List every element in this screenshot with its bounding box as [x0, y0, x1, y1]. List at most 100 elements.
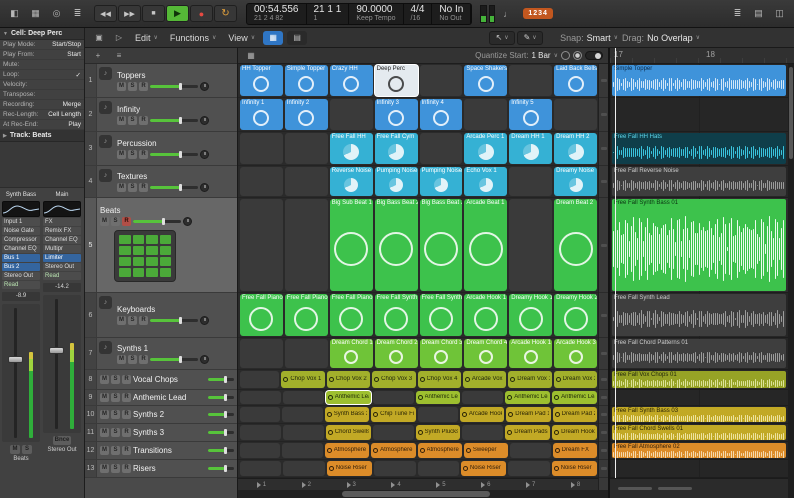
- eq-thumbnail[interactable]: [43, 201, 81, 217]
- empty-cell-slot[interactable]: [240, 407, 280, 422]
- track-header-5[interactable]: 5BeatsMSR: [85, 198, 237, 293]
- region[interactable]: Free Fall Chord Swells 01: [612, 425, 786, 440]
- empty-cell-slot[interactable]: [283, 425, 324, 440]
- loop-cell[interactable]: Free Fall Cym: [375, 133, 418, 164]
- vertical-scrollbar[interactable]: [788, 64, 794, 498]
- empty-cell-slot[interactable]: [240, 199, 283, 291]
- loop-cell[interactable]: Simple Topper: [285, 65, 328, 96]
- loop-cell[interactable]: Dream Chord 3: [420, 339, 463, 368]
- r-button[interactable]: R: [139, 116, 148, 125]
- note-pads-icon[interactable]: ▤: [749, 5, 768, 22]
- stop-button[interactable]: ■: [142, 5, 165, 22]
- input-slot[interactable]: FX: [43, 218, 81, 226]
- m-button[interactable]: M: [117, 316, 126, 325]
- empty-cell-slot[interactable]: [420, 65, 463, 96]
- solo-button[interactable]: S: [22, 445, 32, 454]
- track-header-11[interactable]: 11MSRSynths 3: [85, 424, 237, 442]
- m-button[interactable]: M: [100, 393, 109, 402]
- volume-slider[interactable]: [133, 220, 181, 223]
- loop-cell[interactable]: Pumping Noise: [375, 167, 418, 196]
- empty-cell-slot[interactable]: [509, 167, 552, 196]
- track-header-13[interactable]: 13MSRRisers: [85, 460, 237, 478]
- empty-cell-slot[interactable]: [240, 461, 281, 476]
- loop-cell[interactable]: Arcade Hook 1: [509, 339, 552, 368]
- functions-menu[interactable]: Functions∨: [166, 32, 220, 44]
- scene-trigger-2[interactable]: 2: [285, 479, 328, 490]
- loop-cell[interactable]: Dream FX: [553, 443, 597, 458]
- m-button[interactable]: M: [100, 428, 109, 437]
- s-button[interactable]: S: [111, 217, 120, 226]
- s-button[interactable]: S: [128, 116, 137, 125]
- region[interactable]: Simple Topper: [612, 65, 786, 96]
- s-button[interactable]: S: [128, 355, 137, 364]
- r-button[interactable]: R: [122, 428, 131, 437]
- loop-cell[interactable]: Dreamy Hook 2: [554, 294, 597, 336]
- m-button[interactable]: M: [117, 355, 126, 364]
- play-button[interactable]: ▶: [166, 5, 189, 22]
- track-header-4[interactable]: 4♪TexturesMSR: [85, 166, 237, 198]
- empty-cell-slot[interactable]: [240, 371, 279, 388]
- loop-cell[interactable]: Deep Perc: [375, 65, 418, 96]
- loop-cell[interactable]: Arcade Hook 3: [554, 339, 597, 368]
- scene-trigger-3[interactable]: 3: [330, 479, 373, 490]
- lcd-time-section[interactable]: 00:54.556 21 2 4 82: [247, 4, 307, 24]
- loop-cell[interactable]: Space Shakers: [464, 65, 507, 96]
- loop-cell[interactable]: Dream Pad 1: [506, 407, 550, 422]
- empty-cell-slot[interactable]: [285, 133, 328, 164]
- empty-cell-slot[interactable]: [462, 391, 503, 404]
- region[interactable]: Free Fall Chord Patterns 01: [612, 339, 786, 368]
- loop-cell[interactable]: Synth Bass 3: [325, 407, 369, 422]
- pencil-tool-button[interactable]: ✎∨: [517, 31, 543, 45]
- volume-slider[interactable]: [208, 378, 234, 381]
- loop-cell[interactable]: Atmosphere 3: [418, 443, 462, 458]
- track-header-12[interactable]: 12MSRTransitions: [85, 442, 237, 460]
- pan-knob[interactable]: [200, 116, 209, 125]
- loop-cell[interactable]: HH Topper: [240, 65, 283, 96]
- track-header-7[interactable]: 7♪Synths 1MSR: [85, 338, 237, 370]
- r-button[interactable]: R: [139, 316, 148, 325]
- empty-cell-slot[interactable]: [240, 443, 280, 458]
- pointer-tool-button[interactable]: ↖∨: [489, 31, 515, 45]
- loop-cell[interactable]: Pumping Noise: [420, 167, 463, 196]
- m-button[interactable]: M: [117, 150, 126, 159]
- loop-cell[interactable]: Free Fall Synth: [420, 294, 463, 336]
- empty-cell-slot[interactable]: [240, 391, 281, 404]
- cell-param-row-0[interactable]: Play Mode:Start/Stop: [0, 40, 84, 50]
- loop-cell[interactable]: Free Fall Synth: [375, 294, 418, 336]
- loop-cell[interactable]: Chord Swells: [326, 425, 371, 440]
- smart-controls-icon[interactable]: ◎: [47, 5, 66, 22]
- send-slot[interactable]: Bus 1: [2, 254, 40, 262]
- loop-cell[interactable]: Dream Chord 2: [375, 339, 418, 368]
- cell-param-row-8[interactable]: At Rec-End:Play: [0, 120, 84, 130]
- bar-ruler[interactable]: 1718: [610, 48, 794, 64]
- horizontal-scrollbar-thumb[interactable]: [342, 491, 490, 497]
- cell-param-row-6[interactable]: Recording:Merge: [0, 100, 84, 110]
- volume-slider[interactable]: [150, 119, 198, 122]
- loop-cell[interactable]: Infinity 1: [240, 99, 283, 130]
- empty-cell-slot[interactable]: [374, 461, 415, 476]
- track-options-button[interactable]: ≡: [111, 49, 127, 63]
- bounce-button[interactable]: Bnce: [53, 436, 72, 445]
- volume-slider[interactable]: [150, 358, 198, 361]
- plugin-slot[interactable]: Multipr: [43, 245, 81, 253]
- volume-fader[interactable]: [2, 304, 40, 442]
- pan-knob[interactable]: [200, 316, 209, 325]
- plugin-slot[interactable]: Channel EQ: [2, 245, 40, 253]
- performance-record-button[interactable]: [561, 51, 570, 60]
- loop-cell[interactable]: Echo Vox 1: [464, 167, 507, 196]
- empty-cell-slot[interactable]: [509, 199, 552, 291]
- window-toggle-icon[interactable]: ◧: [5, 5, 24, 22]
- empty-cell-slot[interactable]: [285, 339, 328, 368]
- loop-cell[interactable]: Noise Riser: [327, 461, 372, 476]
- volume-slider[interactable]: [208, 467, 234, 470]
- pan-knob[interactable]: [200, 355, 209, 364]
- cell-inspector-header[interactable]: ▼ Cell: Deep Perc: [0, 28, 84, 40]
- loop-cell[interactable]: Arcade Vox: [463, 371, 506, 388]
- r-button[interactable]: R: [139, 82, 148, 91]
- metronome-icon[interactable]: ♩: [498, 5, 517, 22]
- input-slot[interactable]: Input 1: [2, 218, 40, 226]
- s-button[interactable]: S: [111, 464, 120, 473]
- volume-slider[interactable]: [208, 413, 234, 416]
- grid-stop-all-button[interactable]: [573, 51, 582, 60]
- vertical-scrollbar-thumb[interactable]: [789, 67, 793, 159]
